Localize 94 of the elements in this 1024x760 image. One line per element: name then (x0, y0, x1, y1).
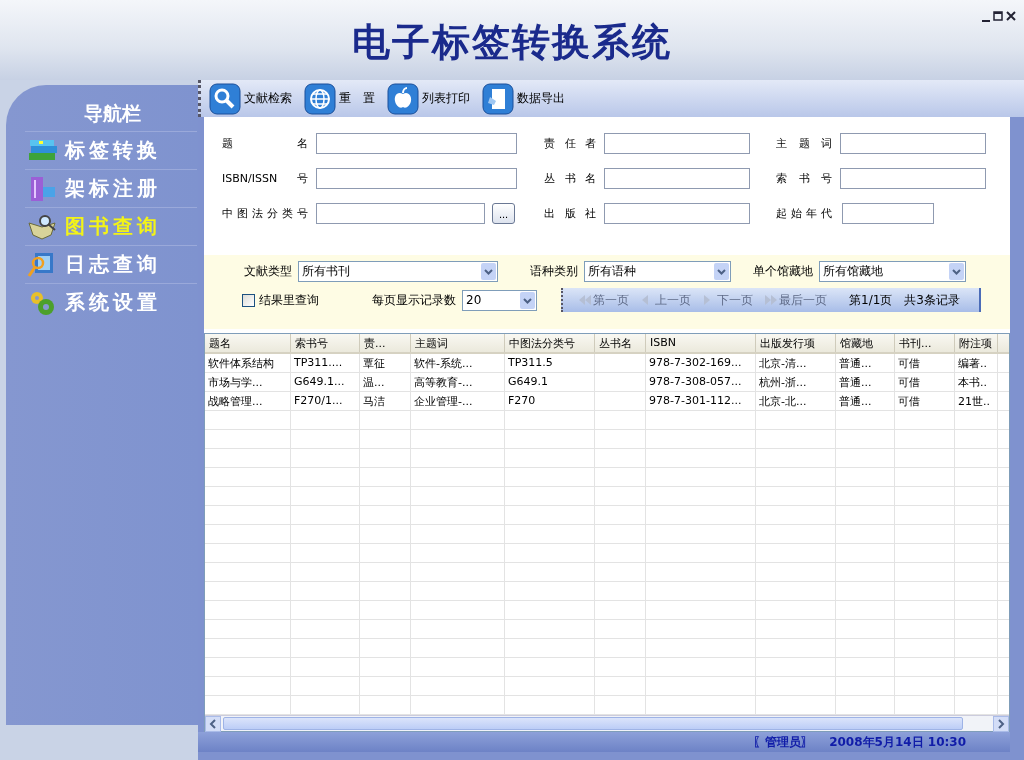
table-cell-text: 北京-清... (758, 356, 808, 372)
table-cell-text: G649.1... (293, 374, 346, 390)
dropdown[interactable]: 所有馆藏地 (819, 261, 966, 282)
column-header[interactable]: 中图法分类号 (505, 334, 595, 352)
table-cell-text: F270 (507, 393, 537, 409)
table-cell-text: 覃征 (362, 356, 386, 372)
document-icon (482, 82, 514, 115)
table-cell-text: 可借 (897, 356, 921, 372)
page-indicator: 第1/1页 (849, 291, 893, 309)
table-cell-text: 普通... (838, 356, 873, 372)
table-cell-text: 企业管理-... (413, 394, 474, 410)
table-cell-text: 马洁 (362, 394, 386, 410)
table-cell-text: 编著.. (957, 356, 988, 372)
table-cell-text: 杭州-浙... (758, 375, 808, 391)
browse-button[interactable]: ... (492, 203, 515, 224)
table-cell-text: 战略管理... (207, 394, 264, 410)
filter-label: 文献类型 (243, 263, 293, 280)
field-label: 题名 (222, 136, 309, 151)
column-header[interactable]: ISBN (646, 334, 756, 352)
caret-icon (714, 263, 729, 280)
double-right-arrow-icon (763, 293, 778, 307)
column-header[interactable]: 责... (360, 334, 411, 352)
table-cell-text: TP311.5 (507, 355, 554, 371)
field-label: 起始年代 (775, 206, 833, 221)
table-cell-text: F270/1... (293, 393, 344, 409)
toolbar-button[interactable]: 文献检索 (209, 82, 298, 115)
table-cell-text: 978-7-308-057... (648, 374, 743, 390)
date-time: 2008年5月14日 10:30 (829, 733, 966, 751)
column-header[interactable]: 馆藏地 (836, 334, 895, 352)
text-field[interactable] (316, 133, 517, 154)
column-header[interactable]: 附注项 (955, 334, 998, 352)
page-size-label: 每页显示记录数 (372, 291, 457, 309)
column-header[interactable]: 丛书名 (595, 334, 646, 352)
column-header[interactable]: 主题词 (411, 334, 505, 352)
sidebar-title: 导航栏 (83, 101, 141, 126)
window-title: 电子标签转换系统 (352, 18, 672, 66)
text-field[interactable] (840, 168, 986, 189)
close-icon (1006, 10, 1016, 22)
field-label: ISBN/ISSN号 (222, 171, 309, 186)
table-cell-text: 可借 (897, 394, 921, 410)
text-field[interactable] (604, 133, 750, 154)
search-icon (209, 82, 241, 115)
dropdown[interactable]: 所有语种 (584, 261, 731, 282)
double-left-arrow-icon (577, 293, 592, 307)
field-label: 出版社 (543, 206, 597, 221)
table-cell-text: 温... (362, 375, 386, 391)
text-field[interactable] (316, 168, 517, 189)
field-label: 索书号 (775, 171, 833, 186)
checkbox[interactable]: 结果里查询 (242, 291, 372, 309)
table-cell-text: 软件体系结构 (207, 356, 275, 372)
column-header[interactable]: 索书号 (291, 334, 360, 352)
table-cell-text: 978-7-301-112... (648, 393, 743, 409)
table-cell-text: 市场与学... (207, 375, 264, 391)
minimize-icon (982, 20, 990, 22)
dropdown[interactable]: 所有书刊 (298, 261, 498, 282)
field-label: 主题词 (775, 136, 833, 151)
column-header[interactable]: 出版发行项 (756, 334, 836, 352)
table-cell-text: 可借 (897, 375, 921, 391)
text-field[interactable] (604, 203, 750, 224)
column-header[interactable]: 题名 (205, 334, 291, 352)
table-cell-text: 本书.. (957, 375, 988, 391)
table-cell-text: TP311.... (293, 355, 344, 371)
column-header[interactable]: 书刊... (895, 334, 955, 352)
record-count: 共3条记录 (904, 291, 960, 309)
table-cell-text: 北京-北... (758, 394, 808, 410)
toolbar-button[interactable]: 列表打印 (387, 82, 476, 115)
field-label: 中图法分类号 (222, 206, 309, 221)
filter-label: 单个馆藏地 (752, 263, 814, 280)
toolbar-button[interactable]: 数据导出 (482, 82, 571, 115)
table-cell-text: 软件-系统... (413, 356, 474, 372)
field-label: 丛书名 (543, 171, 597, 186)
text-field[interactable] (604, 168, 750, 189)
horizontal-scrollbar[interactable] (205, 715, 1009, 731)
table-cell-text: 高等教育-... (413, 375, 474, 391)
text-field[interactable] (316, 203, 485, 224)
caret-icon (481, 263, 496, 280)
text-field[interactable] (842, 203, 934, 224)
globe-icon (304, 82, 336, 115)
text-field[interactable] (840, 133, 986, 154)
table-cell-text: 普通... (838, 394, 873, 410)
dropdown[interactable]: 20 (462, 289, 537, 311)
filter-label: 语种类别 (529, 263, 579, 280)
table-cell-text: 978-7-302-169... (648, 355, 743, 371)
field-label: 责任者 (543, 136, 597, 151)
caret-icon (520, 291, 535, 309)
caret-icon (949, 263, 964, 280)
table-cell-text: G649.1 (507, 374, 549, 390)
table-cell-text: 普通... (838, 375, 873, 391)
user-label: 〖管理员〗 (753, 733, 814, 751)
maximize-icon (993, 10, 1003, 22)
table-cell-text: 21世.. (957, 394, 991, 410)
book-magnifier-icon (27, 212, 57, 241)
apple-icon (387, 82, 419, 115)
toolbar-button[interactable]: 重 置 (304, 82, 381, 115)
